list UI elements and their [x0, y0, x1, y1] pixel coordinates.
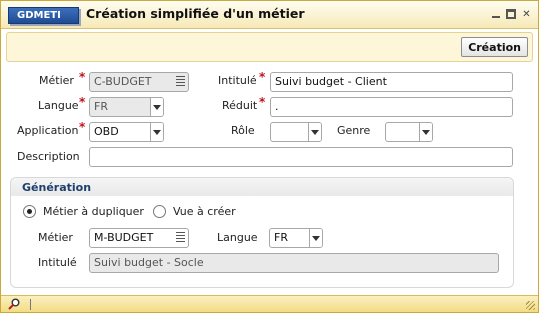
window-controls: ✕	[490, 9, 532, 20]
generation-title: Génération	[22, 181, 92, 194]
toolbar: Création	[6, 32, 533, 62]
required-marker: *	[79, 95, 86, 109]
chevron-down-icon[interactable]	[150, 123, 163, 141]
gen-metier-value: M-BUDGET	[94, 231, 154, 244]
list-icon[interactable]	[176, 232, 185, 244]
langue-select[interactable]: FR	[89, 97, 164, 117]
view-radio[interactable]	[153, 205, 166, 218]
gen-intitule-label: Intitulé	[38, 256, 77, 269]
gen-metier-field[interactable]: M-BUDGET	[89, 228, 189, 248]
duplicate-radio-label[interactable]: Métier à dupliquer	[43, 205, 144, 218]
intitule-field[interactable]: Suivi budget - Client	[270, 72, 513, 92]
langue-value: FR	[94, 100, 108, 113]
gen-metier-label: Métier	[38, 231, 73, 244]
resize-grip-icon[interactable]	[526, 301, 535, 310]
metier-label: Métier	[39, 74, 74, 87]
gen-langue-label: Langue	[217, 231, 258, 244]
duplicate-radio[interactable]	[23, 205, 36, 218]
create-button[interactable]: Création	[461, 37, 528, 57]
gen-intitule-field: Suivi budget - Socle	[89, 253, 499, 273]
intitule-label: Intitulé	[218, 74, 257, 87]
metier-field[interactable]: C-BUDGET	[89, 72, 189, 92]
langue-label: Langue	[38, 99, 79, 112]
chevron-down-icon[interactable]	[419, 123, 432, 141]
app-window: GDMETI Création simplifiée d'un métier ✕…	[0, 0, 539, 313]
required-marker: *	[259, 95, 266, 109]
minimize-icon[interactable]	[490, 9, 501, 20]
maximize-icon[interactable]	[506, 9, 516, 19]
status-separator	[30, 299, 31, 310]
chevron-down-icon[interactable]	[150, 98, 163, 116]
description-label: Description	[17, 150, 80, 163]
application-label: Application	[17, 124, 79, 137]
window-title: Création simplifiée d'un métier	[86, 6, 305, 21]
chevron-down-icon[interactable]	[309, 229, 322, 247]
generation-group-header: Génération	[11, 178, 513, 196]
close-icon[interactable]: ✕	[521, 9, 532, 20]
genre-select[interactable]	[385, 122, 433, 142]
view-radio-label[interactable]: Vue à créer	[173, 205, 236, 218]
required-marker: *	[259, 70, 266, 84]
description-field[interactable]	[89, 147, 513, 167]
metier-value: C-BUDGET	[94, 75, 152, 88]
role-select[interactable]	[270, 122, 322, 142]
genre-label: Genre	[337, 124, 371, 137]
required-marker: *	[79, 120, 86, 134]
reduit-label: Réduit	[222, 99, 258, 112]
search-icon[interactable]	[8, 298, 20, 310]
reduit-field[interactable]: .	[270, 97, 513, 117]
app-code-badge: GDMETI	[8, 7, 79, 24]
list-icon[interactable]	[176, 76, 185, 88]
required-marker: *	[79, 70, 86, 84]
chevron-down-icon[interactable]	[308, 123, 321, 141]
application-select[interactable]: OBD	[89, 122, 164, 142]
application-value: OBD	[94, 125, 119, 138]
status-bar	[1, 295, 538, 312]
gen-langue-select[interactable]: FR	[269, 228, 323, 248]
title-bar: GDMETI Création simplifiée d'un métier ✕	[1, 1, 538, 29]
role-label: Rôle	[231, 124, 255, 137]
gen-langue-value: FR	[274, 231, 288, 244]
